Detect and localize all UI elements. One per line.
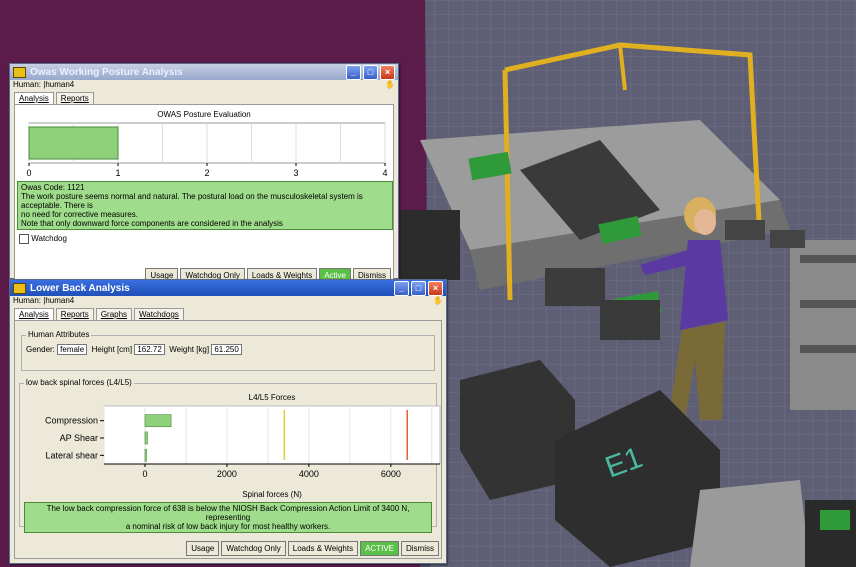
lba-tick-label: 0 xyxy=(142,469,147,479)
lba-bar xyxy=(144,448,147,462)
lba-x-axis-label: Spinal forces (N) xyxy=(242,490,302,499)
watchdog-row: Watchdog xyxy=(19,234,389,244)
weight-field[interactable]: 61.250 xyxy=(211,344,242,355)
watchdog-label: Watchdog xyxy=(31,234,67,244)
app-icon xyxy=(13,282,26,294)
spinal-forces-legend: low back spinal forces (L4/L5) xyxy=(24,378,134,387)
lba-window[interactable]: Lower Back Analysis _ □ × Human: |human4… xyxy=(9,279,447,564)
minimize-icon[interactable]: _ xyxy=(346,64,361,80)
lba-panel: Human Attributes Gender: female Height [… xyxy=(14,320,442,559)
close-icon[interactable]: × xyxy=(428,280,443,296)
lba-tick-label: 2000 xyxy=(217,469,237,479)
owas-tick-label: 3 xyxy=(293,168,298,178)
usage-button[interactable]: Usage xyxy=(186,541,220,556)
owas-title: Owas Working Posture Analysis xyxy=(30,66,183,78)
owas-tick-label: 4 xyxy=(382,168,387,178)
app-icon xyxy=(13,66,26,78)
owas-note-line: no need for corrective measures. xyxy=(21,210,138,219)
human-attributes-legend: Human Attributes xyxy=(26,330,92,339)
watchdog-only-button[interactable]: Watchdog Only xyxy=(221,541,286,556)
hand-icon[interactable]: ✋ xyxy=(385,80,395,90)
owas-note-line: The work posture seems normal and natura… xyxy=(21,192,363,210)
lba-category-label: AP Shear xyxy=(60,433,98,443)
dismiss-button[interactable]: Dismiss xyxy=(401,541,439,556)
owas-note: Owas Code: 1121 The work posture seems n… xyxy=(17,181,393,230)
maximize-icon[interactable]: □ xyxy=(411,280,426,296)
lba-chart-title: L4/L5 Forces xyxy=(249,393,296,402)
gender-label: Gender: xyxy=(26,345,55,354)
lba-titlebar[interactable]: Lower Back Analysis _ □ × xyxy=(10,280,446,296)
owas-chart-title: OWAS Posture Evaluation xyxy=(157,110,251,119)
height-field[interactable]: 162.72 xyxy=(134,344,165,355)
lba-bar xyxy=(144,431,148,445)
lba-human-label: Human: |human4 xyxy=(13,296,75,305)
tab-analysis[interactable]: Analysis xyxy=(14,308,54,320)
gender-field[interactable]: female xyxy=(57,344,88,355)
watchdog-checkbox[interactable] xyxy=(19,234,29,244)
tab-analysis[interactable]: Analysis xyxy=(14,92,54,104)
lba-tick-label: 4000 xyxy=(299,469,319,479)
close-icon[interactable]: × xyxy=(380,64,395,80)
owas-titlebar[interactable]: Owas Working Posture Analysis _ □ × xyxy=(10,64,398,80)
owas-tick-label: 1 xyxy=(115,168,120,178)
loads-weights-button[interactable]: Loads & Weights xyxy=(287,541,359,556)
minimize-icon[interactable]: _ xyxy=(394,280,409,296)
owas-bar xyxy=(28,126,119,160)
weight-label: Weight [kg] xyxy=(169,345,210,354)
spinal-forces-group: low back spinal forces (L4/L5) L4/L5 For… xyxy=(19,378,441,533)
lba-category-label: Compression xyxy=(45,416,98,426)
height-label: Height [cm] xyxy=(91,345,133,354)
owas-human-label: Human: |human4 xyxy=(13,80,75,89)
active-button[interactable]: ACTIVE xyxy=(360,541,399,556)
lba-category-label: Lateral shear xyxy=(45,450,98,460)
tab-graphs[interactable]: Graphs xyxy=(95,308,133,320)
owas-tick-label: 0 xyxy=(26,168,31,178)
lba-note: The low back compression force of 638 is… xyxy=(24,502,432,533)
lba-bar xyxy=(144,414,172,428)
lba-note-line: The low back compression force of 638 is… xyxy=(46,504,410,522)
owas-code-line: Owas Code: 1121 xyxy=(21,183,85,192)
maximize-icon[interactable]: □ xyxy=(363,64,378,80)
tab-reports[interactable]: Reports xyxy=(55,92,94,104)
owas-chart: OWAS Posture Evaluation 0 1 2 3 4 xyxy=(26,110,387,178)
owas-note-line: Note that only downward force components… xyxy=(21,219,283,228)
lba-tick-label: 6000 xyxy=(381,469,401,479)
hand-icon[interactable]: ✋ xyxy=(433,296,443,306)
owas-tick-label: 2 xyxy=(204,168,209,178)
tab-watchdogs[interactable]: Watchdogs xyxy=(134,308,184,320)
lba-button-row: Usage Watchdog Only Loads & Weights ACTI… xyxy=(186,541,439,556)
human-attributes-group: Human Attributes Gender: female Height [… xyxy=(21,330,435,371)
owas-window[interactable]: Owas Working Posture Analysis _ □ × Huma… xyxy=(9,63,399,286)
lba-chart: L4/L5 Forces Spinal forces (N) Compressi… xyxy=(45,393,441,499)
lba-title: Lower Back Analysis xyxy=(30,282,130,294)
lba-note-line: a nominal risk of low back injury for mo… xyxy=(125,522,331,531)
tab-reports[interactable]: Reports xyxy=(55,308,94,320)
owas-panel: OWAS Posture Evaluation 0 1 2 3 4 Owas Code:… xyxy=(14,104,394,286)
